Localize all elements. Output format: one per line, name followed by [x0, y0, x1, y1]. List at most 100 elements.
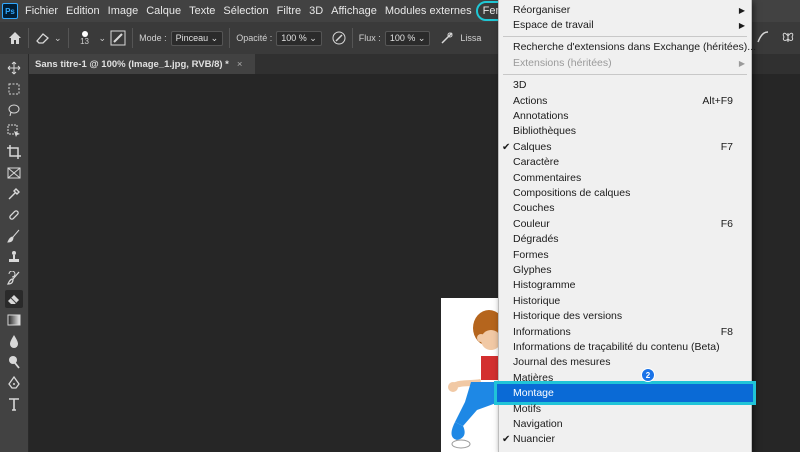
type-icon[interactable] [5, 395, 23, 413]
menu-item-informations[interactable]: Informations F8 [499, 325, 751, 340]
blur-icon[interactable] [5, 332, 23, 350]
mode-label: Mode : [139, 33, 167, 43]
divider [132, 28, 134, 48]
menu-texte[interactable]: Texte [185, 0, 219, 22]
menu-selection[interactable]: Sélection [219, 0, 272, 22]
history-brush-icon[interactable] [5, 269, 23, 287]
menu-item-label: Calques [513, 141, 552, 153]
pressure-opacity-icon[interactable] [332, 31, 346, 45]
menu-item-label: Commentaires [513, 172, 582, 184]
menu-item-label: Matières [513, 372, 554, 384]
airbrush-icon[interactable] [440, 31, 454, 45]
menu-item-couleur[interactable]: Couleur F6 [499, 217, 751, 232]
frame-icon[interactable] [5, 164, 23, 182]
menu-item-shortcut: F6 [720, 218, 733, 230]
menu-item-montage[interactable]: Montage [494, 381, 756, 405]
menu-item-label: Historique [513, 295, 561, 307]
menu-item-shortcut: F8 [720, 326, 733, 338]
flow-input[interactable]: 100 % ⌄ [384, 30, 431, 46]
document-tab[interactable]: Sans titre-1 @ 100% (Image_1.jpg, RVB/8)… [28, 54, 255, 74]
canvas-image[interactable] [441, 298, 501, 452]
menu-item-label: Historique des versions [513, 310, 623, 322]
menu-item-label: 3D [513, 79, 527, 91]
eyedropper-icon[interactable] [5, 185, 23, 203]
eraser-tool-preset-icon[interactable]: ⌄ [35, 31, 62, 45]
object-select-icon[interactable] [5, 122, 23, 140]
menu-item-commentaires[interactable]: Commentaires [499, 171, 751, 186]
menu-item-actions[interactable]: Actions Alt+F9 [499, 94, 751, 109]
menu-item-glyphes[interactable]: Glyphes [499, 263, 751, 278]
crop-icon[interactable] [5, 143, 23, 161]
stamp-icon[interactable] [5, 248, 23, 266]
smoothing-label: Lissa [460, 33, 482, 43]
symmetry-icon[interactable] [756, 30, 770, 47]
menu-item-espace-de-travail[interactable]: Espace de travail ▶ [499, 18, 751, 33]
menu-item-label: Annotations [513, 110, 569, 122]
gradient-icon[interactable] [5, 311, 23, 329]
mode-select[interactable]: Pinceau ⌄ [170, 30, 224, 46]
menu-item-nuancier[interactable]: ✔ Nuancier [499, 432, 751, 447]
photoshop-logo[interactable]: Ps [2, 3, 18, 19]
dodge-icon[interactable] [5, 353, 23, 371]
menu-item-formes[interactable]: Formes [499, 248, 751, 263]
menu-item-recherche-extensions[interactable]: Recherche d'extensions dans Exchange (hé… [499, 40, 756, 55]
brush-size-picker[interactable]: 13 [75, 30, 95, 46]
document-tab-title: Sans titre-1 @ 100% (Image_1.jpg, RVB/8)… [35, 58, 229, 70]
checkmark-icon: ✔ [502, 142, 511, 153]
menu-item-shortcut: Alt+F9 [702, 95, 733, 107]
menu-item-calques[interactable]: ✔ Calques F7 [499, 140, 751, 155]
menu-item-navigation[interactable]: Navigation [499, 417, 751, 432]
lasso-icon[interactable] [5, 101, 23, 119]
eraser-icon[interactable] [5, 290, 23, 308]
menu-calque[interactable]: Calque [142, 0, 185, 22]
menu-item-degrades[interactable]: Dégradés [499, 232, 751, 247]
menu-item-motifs[interactable]: Motifs [499, 402, 751, 417]
brush-icon[interactable] [5, 227, 23, 245]
menu-3d[interactable]: 3D [305, 0, 327, 22]
flow-label: Flux : [358, 33, 381, 43]
submenu-arrow-icon: ▶ [738, 59, 745, 68]
menu-filtre[interactable]: Filtre [273, 0, 305, 22]
menu-item-label: Réorganiser [513, 4, 571, 16]
menu-item-couches[interactable]: Couches [499, 201, 751, 216]
menu-modules-externes[interactable]: Modules externes [381, 0, 476, 22]
menu-item-label: Histogramme [513, 279, 576, 291]
menu-divider [503, 74, 747, 75]
chevron-down-icon[interactable]: ⌄ [99, 33, 107, 44]
menu-item-informations-tracabilite[interactable]: Informations de traçabilité du contenu (… [499, 340, 751, 355]
menu-item-historique-des-versions[interactable]: Historique des versions [499, 309, 751, 324]
menu-item-label: Glyphes [513, 264, 552, 276]
opacity-input[interactable]: 100 % ⌄ [276, 30, 322, 46]
healing-icon[interactable] [5, 206, 23, 224]
marquee-icon[interactable] [5, 80, 23, 98]
menu-item-label: Formes [513, 249, 549, 261]
menu-item-compositions-de-calques[interactable]: Compositions de calques [499, 186, 751, 201]
menu-item-histogramme[interactable]: Histogramme [499, 278, 751, 293]
menu-item-annotations[interactable]: Annotations [499, 109, 751, 124]
menu-item-label: Dégradés [513, 233, 559, 245]
close-icon[interactable]: × [237, 59, 243, 70]
menu-item-reorganiser[interactable]: Réorganiser ▶ [499, 3, 751, 18]
options-right-strip [751, 22, 800, 54]
menu-item-label: Extensions (héritées) [513, 57, 612, 69]
menu-affichage[interactable]: Affichage [327, 0, 381, 22]
menu-item-journal-des-mesures[interactable]: Journal des mesures [499, 355, 751, 370]
menu-item-label: Compositions de calques [513, 187, 631, 199]
menu-item-3d[interactable]: 3D [499, 78, 751, 93]
pen-icon[interactable] [5, 374, 23, 392]
submenu-arrow-icon: ▶ [738, 6, 745, 15]
home-icon[interactable] [8, 31, 22, 45]
menu-item-shortcut: F7 [720, 141, 733, 153]
menu-item-caractere[interactable]: Caractère [499, 155, 751, 170]
menu-image[interactable]: Image [104, 0, 143, 22]
menu-edition[interactable]: Edition [62, 0, 104, 22]
menu-item-bibliotheques[interactable]: Bibliothèques [499, 124, 751, 139]
menu-item-label: Nuancier [513, 433, 556, 445]
divider [28, 28, 29, 48]
brush-settings-icon[interactable] [110, 30, 126, 46]
menu-item-historique[interactable]: Historique [499, 294, 751, 309]
step-badge-2: 2 [641, 368, 655, 382]
butterfly-icon[interactable] [781, 30, 795, 47]
menu-fichier[interactable]: Fichier [21, 0, 62, 22]
move-icon[interactable] [5, 59, 23, 77]
